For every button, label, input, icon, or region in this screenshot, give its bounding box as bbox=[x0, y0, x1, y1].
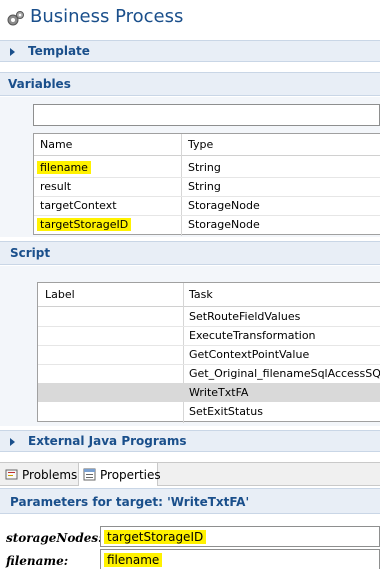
variable-name: filename bbox=[37, 161, 91, 174]
variables-table: Name Type filename String result String … bbox=[33, 133, 380, 236]
template-section-label: Template bbox=[28, 44, 90, 58]
table-row-selected[interactable]: WriteTxtFA bbox=[38, 383, 380, 402]
column-header-type[interactable]: Type bbox=[188, 138, 213, 151]
script-section-label: Script bbox=[10, 246, 51, 260]
tab-label: Properties bbox=[100, 468, 161, 482]
table-row[interactable]: filename String bbox=[34, 158, 380, 177]
table-row[interactable]: Get_Original_filenameSqlAccessSQL bbox=[38, 364, 380, 383]
editor-header: Business Process bbox=[0, 0, 380, 36]
gears-icon bbox=[7, 11, 24, 26]
task-name: ExecuteTransformation bbox=[189, 329, 316, 342]
column-header-label[interactable]: Label bbox=[45, 288, 75, 301]
table-row[interactable]: SetExitStatus bbox=[38, 402, 380, 421]
variables-section-header[interactable]: Variables bbox=[0, 72, 380, 96]
tab-label: Problems bbox=[22, 468, 78, 482]
storage-nodes-field[interactable]: targetStorageID bbox=[100, 526, 380, 547]
external-java-section-header[interactable]: External Java Programs bbox=[0, 430, 380, 452]
storage-nodes-value: targetStorageID bbox=[104, 530, 207, 544]
storage-nodes-label: storageNodes: bbox=[6, 531, 103, 545]
expand-arrow-icon bbox=[10, 438, 15, 446]
external-java-section-label: External Java Programs bbox=[28, 434, 187, 448]
table-row[interactable]: SetRouteFieldValues bbox=[38, 307, 380, 326]
column-header-name[interactable]: Name bbox=[40, 138, 72, 151]
variable-name: targetStorageID bbox=[37, 218, 132, 231]
variables-table-header: Name Type bbox=[34, 134, 380, 156]
variable-type: String bbox=[188, 180, 221, 193]
variable-type: String bbox=[188, 161, 221, 174]
table-row[interactable]: result String bbox=[34, 177, 380, 196]
properties-icon bbox=[83, 468, 96, 481]
filename-value: filename bbox=[104, 553, 163, 567]
column-header-task[interactable]: Task bbox=[189, 288, 213, 301]
tab-problems[interactable]: Problems bbox=[0, 463, 78, 486]
filename-field[interactable]: filename bbox=[100, 549, 380, 569]
task-name: WriteTxtFA bbox=[189, 386, 249, 399]
filename-label: filename: bbox=[6, 554, 69, 568]
business-process-editor: Business Process Template Variables Name… bbox=[0, 0, 380, 569]
task-name: SetExitStatus bbox=[189, 405, 263, 418]
page-title: Business Process bbox=[30, 6, 184, 27]
variable-name: targetContext bbox=[40, 199, 117, 212]
task-name: GetContextPointValue bbox=[189, 348, 310, 361]
script-table-header: Label Task bbox=[38, 283, 380, 307]
parameters-header: Parameters for target: 'WriteTxtFA' bbox=[0, 488, 380, 514]
task-name: Get_Original_filenameSqlAccessSQL bbox=[189, 367, 380, 380]
table-row[interactable]: targetContext StorageNode bbox=[34, 196, 380, 215]
table-row[interactable]: GetContextPointValue bbox=[38, 345, 380, 364]
expand-arrow-icon bbox=[10, 48, 15, 56]
tab-properties[interactable]: Properties bbox=[78, 463, 161, 486]
bottom-tab-bar: Problems Properties bbox=[0, 462, 380, 486]
variable-type: StorageNode bbox=[188, 199, 260, 212]
table-row[interactable]: ExecuteTransformation bbox=[38, 326, 380, 345]
script-section-header[interactable]: Script bbox=[0, 241, 380, 265]
variable-filter-input[interactable] bbox=[33, 104, 380, 126]
template-section-header[interactable]: Template bbox=[0, 40, 380, 62]
variables-section-label: Variables bbox=[8, 77, 71, 91]
variable-type: StorageNode bbox=[188, 218, 260, 231]
problems-icon bbox=[5, 469, 18, 480]
variable-name: result bbox=[40, 180, 72, 193]
parameters-title: Parameters for target: 'WriteTxtFA' bbox=[10, 495, 250, 509]
table-row[interactable]: targetStorageID StorageNode bbox=[34, 215, 380, 234]
task-name: SetRouteFieldValues bbox=[189, 310, 301, 323]
script-table: Label Task SetRouteFieldValues ExecuteTr… bbox=[37, 282, 380, 423]
